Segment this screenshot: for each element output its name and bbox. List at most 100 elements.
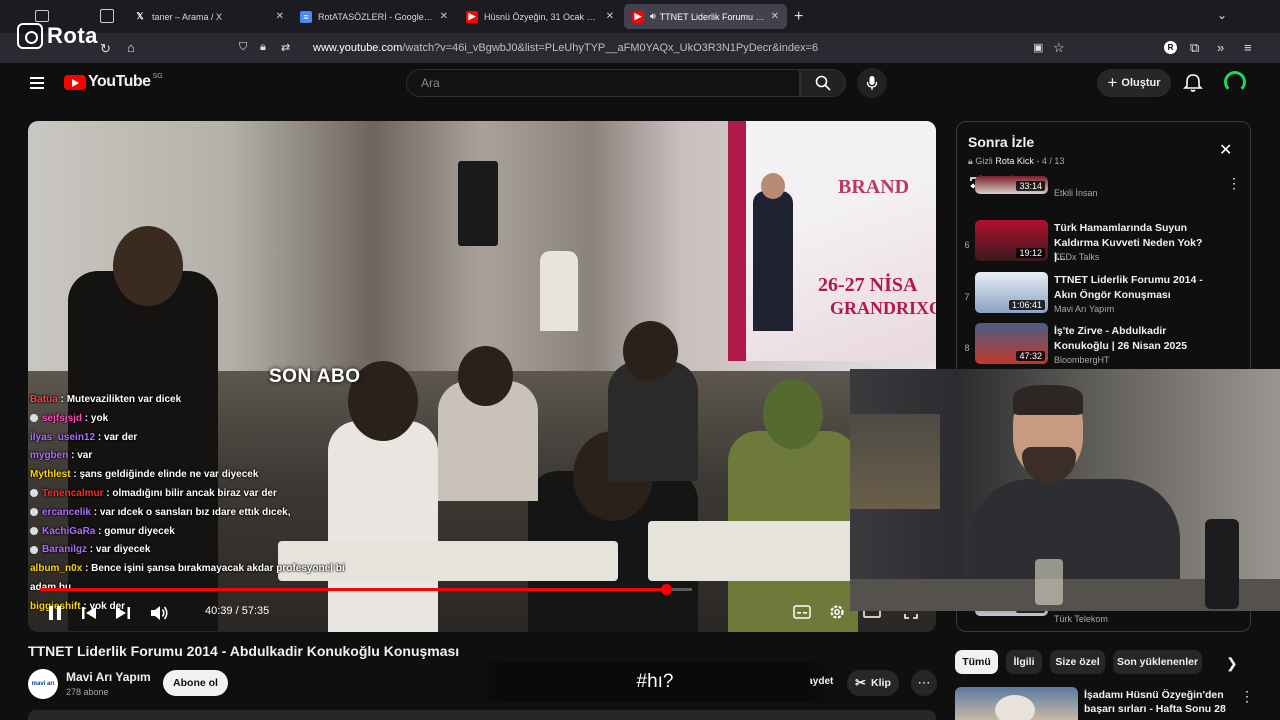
hamburger-menu-icon[interactable] bbox=[30, 77, 44, 92]
next-icon[interactable] bbox=[112, 603, 134, 623]
microphone-icon bbox=[866, 76, 878, 90]
scrubber-handle[interactable] bbox=[661, 584, 672, 595]
chat-badge-icon bbox=[30, 545, 38, 554]
create-button[interactable]: + Oluştur bbox=[1097, 69, 1171, 97]
volume-icon[interactable] bbox=[148, 603, 170, 623]
speaker-icon[interactable]: 🔊︎ bbox=[650, 11, 656, 22]
bookmark-star-icon[interactable]: ☆ bbox=[1053, 40, 1065, 56]
playlist-item-channel: Etkili İnsan bbox=[1054, 188, 1098, 198]
chat-username: mygben bbox=[30, 450, 69, 462]
url-input[interactable]: www.youtube.com/watch?v=46i_vBgwbJ0&list… bbox=[313, 37, 1153, 59]
chat-text: Mutevazilikten var dicek bbox=[66, 394, 182, 405]
chevron-right-icon[interactable]: ❯ bbox=[1226, 655, 1238, 672]
browser-tab-x-search[interactable]: 𝕏 taner – Arama / X ✕ bbox=[126, 4, 292, 29]
chat-message: Tenencalmur : olmadığını bilir ancak bir… bbox=[30, 485, 360, 504]
playlist-item[interactable]: 6 19:12 Türk Hamamlarında Suyun Kaldırma K… bbox=[957, 220, 1250, 272]
pause-icon[interactable] bbox=[44, 603, 66, 623]
chevron-down-icon[interactable]: ⌄ bbox=[1217, 8, 1227, 22]
playlist-item[interactable]: 8 47:32 İş'te Zirve - Abdulkadir Konukoğlu… bbox=[957, 323, 1250, 375]
playlist-item-channel: BloombergHT bbox=[1054, 355, 1110, 365]
extensions-icon[interactable]: ⧉ bbox=[1190, 40, 1199, 56]
permissions-icon[interactable]: ⇄ bbox=[281, 41, 290, 54]
woman-hair bbox=[113, 226, 183, 306]
chat-username: ercancelik bbox=[42, 506, 91, 518]
picture-in-picture-icon[interactable]: ▣ bbox=[1033, 41, 1043, 54]
browser-url-bar: ↻ ⌂ ⛉ 🔒︎ ⇄ www.youtube.com/watch?v=46i_v… bbox=[0, 33, 1280, 63]
account-avatar[interactable] bbox=[1224, 71, 1246, 93]
clip-button[interactable]: ✂ Klip bbox=[847, 670, 899, 696]
chat-text: var diyecek bbox=[95, 544, 151, 556]
browser-tab-ttnet-active[interactable]: ▶ 🔊︎ TTNET Liderlik Forumu 2014 ✕ bbox=[624, 4, 787, 29]
filter-chip[interactable]: Tümü bbox=[955, 650, 998, 674]
overflow-icon[interactable]: » bbox=[1217, 40, 1224, 55]
channel-avatar[interactable]: mavi arı bbox=[28, 669, 58, 699]
video-progress-bar[interactable] bbox=[40, 584, 692, 595]
playlist-item-index: 7 bbox=[964, 292, 970, 302]
youtube-play-icon bbox=[64, 74, 86, 90]
channel-name[interactable]: Mavi Arı Yapım bbox=[66, 670, 151, 684]
new-tab-icon[interactable]: + bbox=[794, 8, 803, 26]
browser-tab-husnu-ozyegin[interactable]: ▶ Hüsnü Özyeğin, 31 Ocak 2017 P ✕ bbox=[458, 4, 622, 29]
video-thumbnail: 1:06:41 bbox=[975, 272, 1048, 313]
close-icon[interactable]: ✕ bbox=[1219, 140, 1232, 160]
voice-search-button[interactable] bbox=[857, 68, 887, 98]
chat-message: Mythlest : şans geldiğinde elinde ne var… bbox=[30, 469, 259, 481]
shield-icon[interactable]: ⛉ bbox=[239, 41, 247, 54]
chat-text: var ıdcek o sansları bız ıdare ettık dıc… bbox=[99, 506, 291, 518]
browser-tab-google-docs[interactable]: ≡ RotATASÖZLERİ - Google Dokümanlar ✕ bbox=[292, 4, 456, 29]
filter-chip[interactable]: İlgili bbox=[1006, 650, 1042, 674]
chat-message: ercancelik : var ıdcek o sansları bız ıd… bbox=[30, 504, 360, 523]
subtitles-icon[interactable] bbox=[791, 602, 813, 622]
description-box[interactable] bbox=[28, 710, 936, 720]
chat-text: Bence işini şansa bırakmayacak akdar pro… bbox=[91, 563, 345, 575]
chat-message: mygben : var bbox=[30, 450, 93, 462]
search-input[interactable]: Ara bbox=[406, 69, 800, 97]
chat-username: KachiGaRa bbox=[42, 525, 96, 537]
video-title: TTNET Liderlik Forumu 2014 - Abdulkadir … bbox=[28, 643, 460, 659]
chat-username: sejfsjsjd bbox=[42, 412, 83, 424]
search-button[interactable] bbox=[800, 69, 846, 97]
chat-username: ilyas_usein12 bbox=[30, 431, 96, 443]
chat-text: şans geldiğinde elinde ne var diyecek bbox=[79, 469, 259, 481]
youtube-logo[interactable]: YouTube SG bbox=[64, 73, 163, 91]
playlist-item-index: 8 bbox=[964, 343, 970, 353]
filter-chip[interactable]: Size özel bbox=[1050, 650, 1105, 674]
player-controls-left bbox=[40, 602, 170, 624]
close-tab-icon[interactable]: ✕ bbox=[440, 11, 448, 22]
playlist-title[interactable]: Sonra İzle bbox=[968, 134, 1034, 150]
reload-icon[interactable]: ↻ bbox=[100, 41, 111, 57]
lock-icon: 🔒︎ bbox=[968, 156, 973, 166]
video-thumbnail: 19:12 bbox=[975, 220, 1048, 261]
more-options-icon[interactable]: ⋮ bbox=[1240, 688, 1254, 705]
close-tab-icon[interactable]: ✕ bbox=[771, 11, 779, 22]
close-tab-icon[interactable]: ✕ bbox=[276, 11, 284, 22]
close-tab-icon[interactable]: ✕ bbox=[606, 11, 614, 22]
playlist-item-title: İş'te Zirve - Abdulkadir Konukoğlu | 26 … bbox=[1054, 325, 1188, 352]
video-timecode: 40:39 / 57:35 bbox=[205, 605, 270, 617]
extension-r-icon[interactable]: R bbox=[1164, 41, 1177, 54]
chat-username: Baranilgz bbox=[42, 544, 88, 556]
video-thumbnail: 47:32 bbox=[975, 323, 1048, 364]
recommended-video-thumbnail[interactable] bbox=[955, 687, 1078, 720]
sidebar-toggle-icon[interactable] bbox=[35, 10, 49, 22]
filter-chip[interactable]: Son yüklenenler bbox=[1113, 650, 1202, 674]
lock-icon[interactable]: 🔒︎ bbox=[260, 41, 266, 54]
previous-icon[interactable] bbox=[78, 603, 100, 623]
settings-gear-icon[interactable] bbox=[826, 602, 848, 622]
tab-list-icon[interactable] bbox=[100, 9, 114, 23]
playlist-item-title: TTNET Liderlik Forumu 2014 - Akın Öngör … bbox=[1054, 274, 1203, 301]
banner-date-text: 26-27 NİSA bbox=[818, 274, 918, 296]
streamer-hair bbox=[1013, 385, 1083, 415]
video-duration: 47:32 bbox=[1016, 351, 1045, 361]
menu-icon[interactable]: ≡ bbox=[1244, 40, 1252, 55]
home-icon[interactable]: ⌂ bbox=[127, 40, 135, 55]
more-actions-button[interactable]: ⋯ bbox=[911, 670, 937, 696]
video-thumbnail: 33:14 bbox=[975, 176, 1048, 194]
chat-username: Batua bbox=[30, 394, 58, 405]
playlist-item[interactable]: 7 1:06:41 TTNET Liderlik Forumu 2014 - Akı… bbox=[957, 272, 1250, 324]
banner-brand-text: BRAND bbox=[838, 176, 910, 198]
playlist-meta: 🔒︎ Gizli Rota Kick - 4 / 13 bbox=[968, 156, 1065, 166]
subscribe-button[interactable]: Abone ol bbox=[163, 670, 228, 696]
notifications-bell-icon[interactable] bbox=[1182, 72, 1204, 94]
recommended-video-title[interactable]: İşadamı Hüsnü Özyeğin'den başarı sırları… bbox=[1084, 688, 1229, 720]
